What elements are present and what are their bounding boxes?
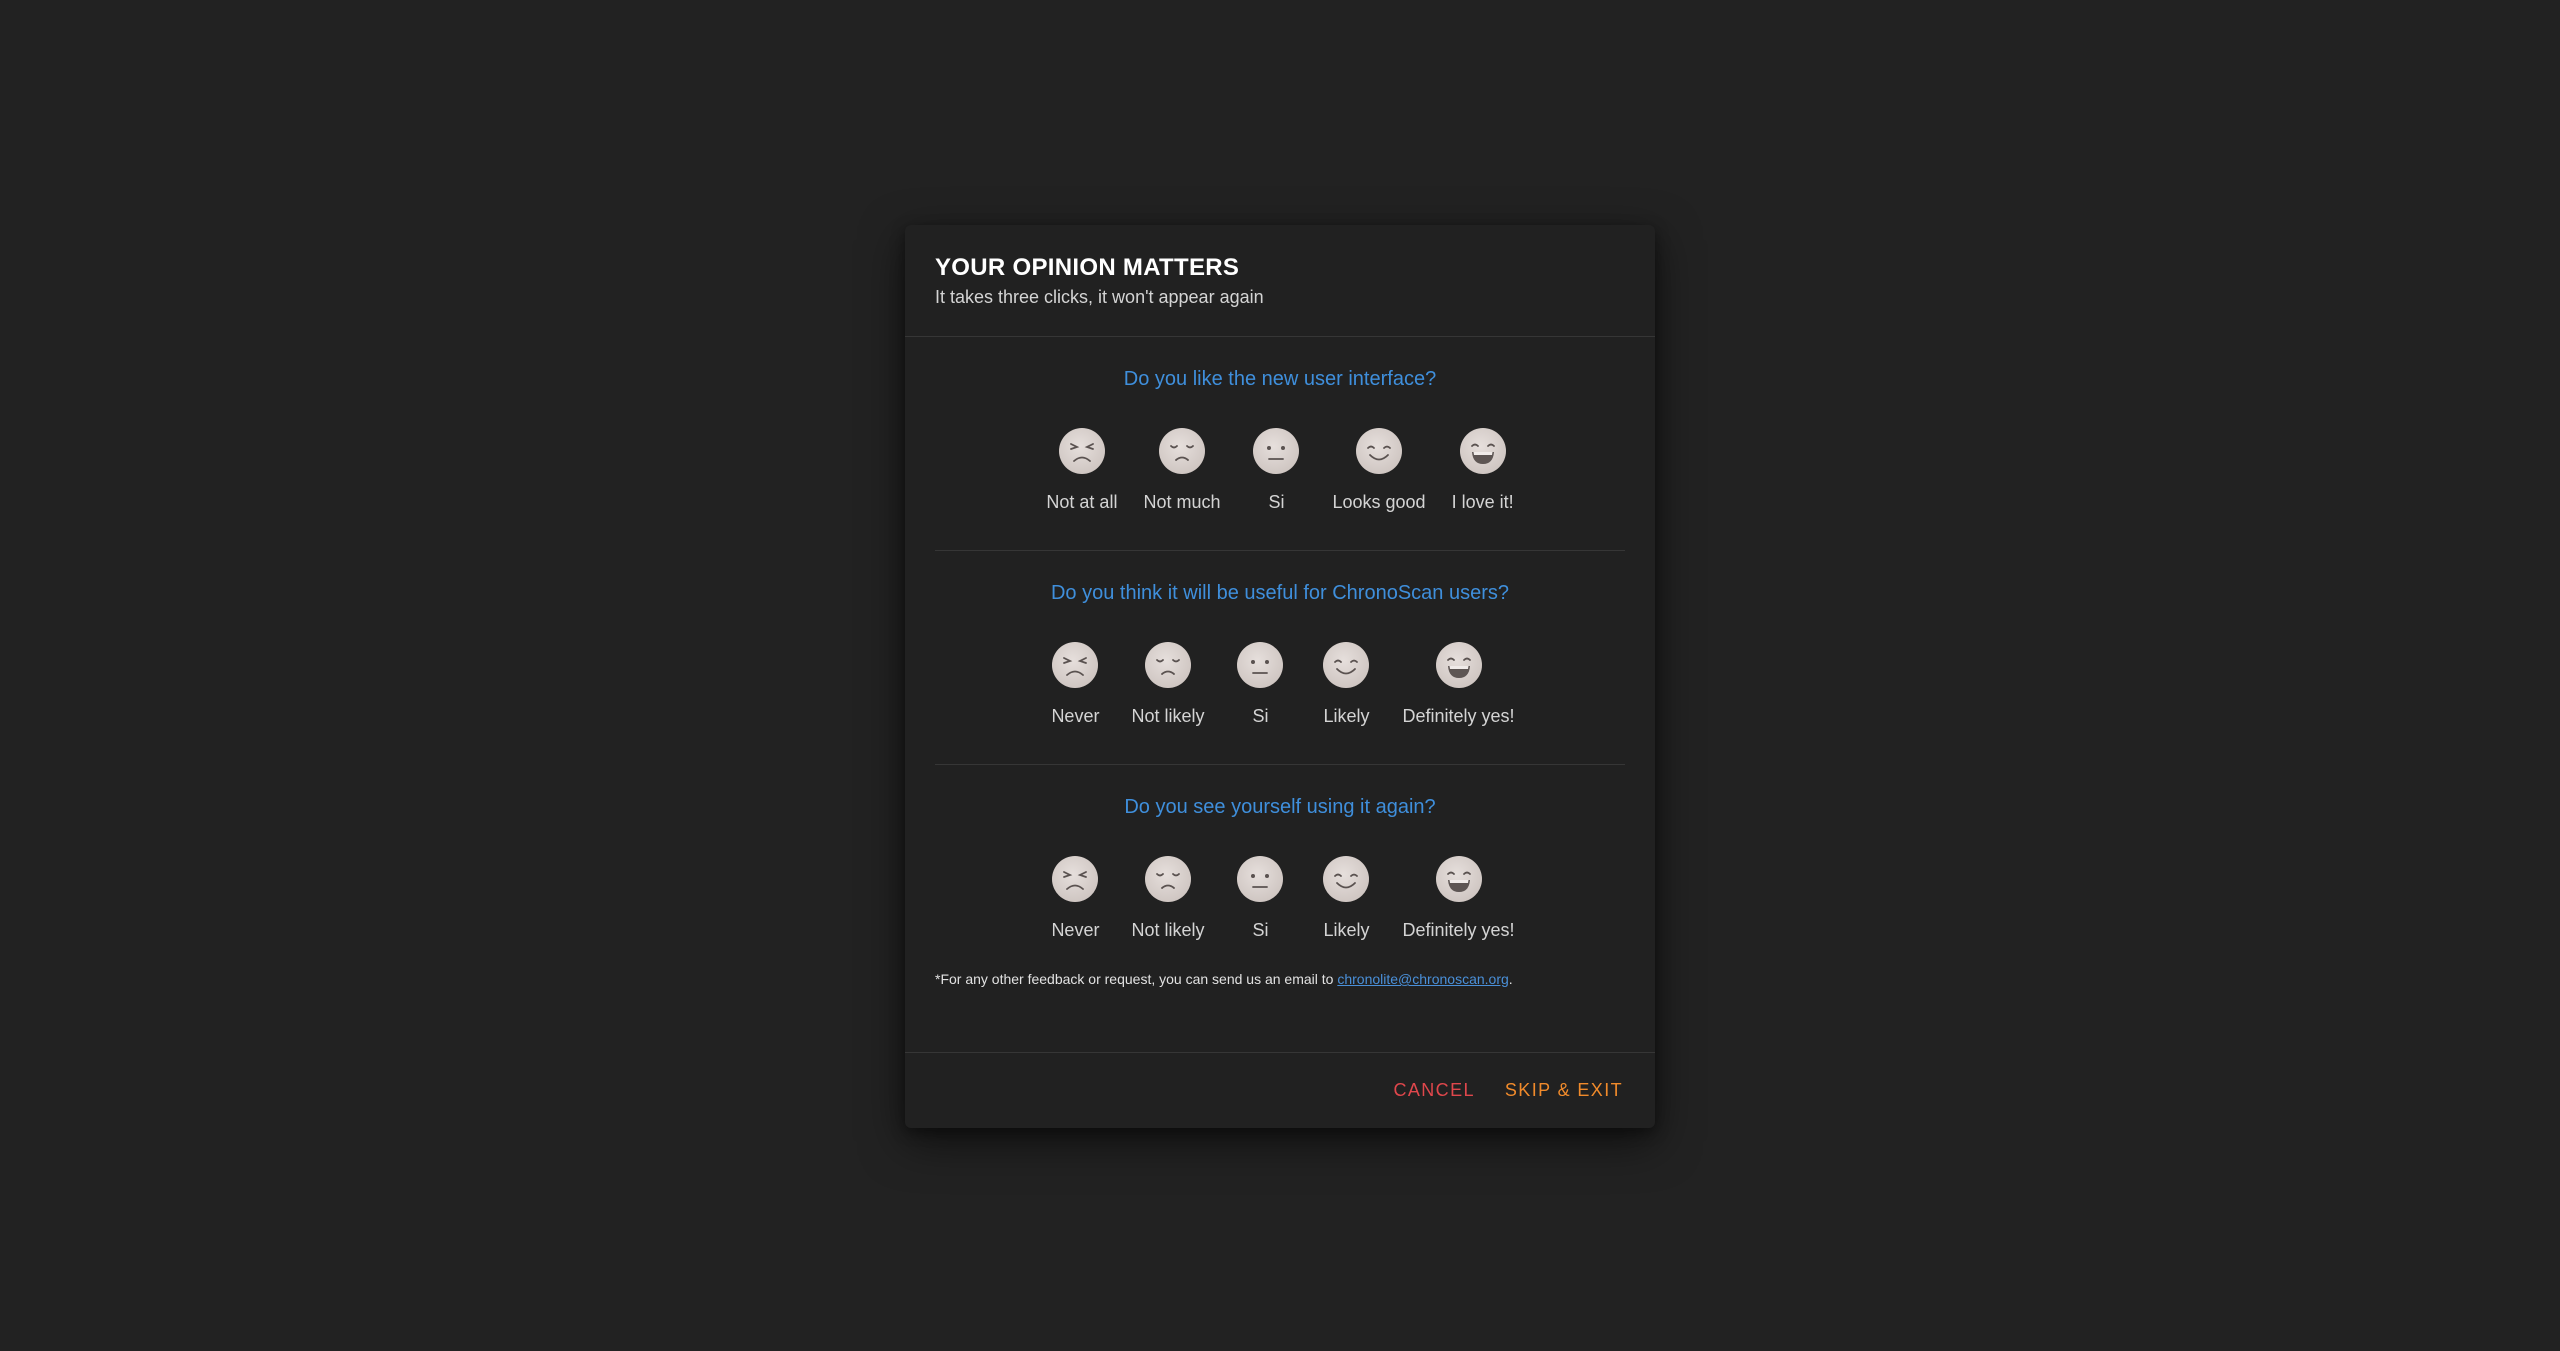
rating-option-5[interactable]: I love it!: [1452, 427, 1514, 513]
grinning-face-icon[interactable]: [1435, 855, 1483, 903]
cancel-button[interactable]: CANCEL: [1381, 1070, 1486, 1111]
note-prefix: *For any other feedback or request, you …: [935, 971, 1338, 987]
dialog-header: YOUR OPINION MATTERS It takes three clic…: [905, 225, 1655, 337]
question-ui: Do you like the new user interface? Not …: [935, 337, 1625, 551]
note-suffix: .: [1508, 971, 1513, 987]
survey-dialog: YOUR OPINION MATTERS It takes three clic…: [905, 225, 1655, 1128]
rating-option-1[interactable]: Not at all: [1046, 427, 1117, 513]
rating-option-3[interactable]: Si: [1230, 855, 1290, 941]
dialog-footer: CANCEL SKIP & EXIT: [905, 1052, 1655, 1128]
angry-face-icon[interactable]: [1051, 855, 1099, 903]
angry-face-icon[interactable]: [1051, 641, 1099, 689]
option-label: Likely: [1323, 920, 1370, 940]
rating-option-3[interactable]: Si: [1230, 641, 1290, 727]
rating-option-5[interactable]: Definitely yes!: [1402, 641, 1515, 727]
option-label: Never: [1051, 920, 1100, 940]
option-label: Not at all: [1046, 492, 1118, 512]
rating-option-4[interactable]: Looks good: [1332, 427, 1426, 513]
neutral-face-icon[interactable]: [1236, 641, 1284, 689]
option-label: Likely: [1323, 706, 1370, 726]
option-label: Definitely yes!: [1402, 920, 1515, 940]
smiling-face-icon[interactable]: [1322, 855, 1370, 903]
rating-option-3[interactable]: Si: [1246, 427, 1306, 513]
question-usefulness: Do you think it will be useful for Chron…: [935, 551, 1625, 765]
rating-options: Never Not likely Si Likely Definitely ye…: [935, 641, 1625, 727]
feedback-note: *For any other feedback or request, you …: [935, 970, 1625, 1017]
rating-option-1[interactable]: Never: [1045, 641, 1105, 727]
option-label: Si: [1252, 706, 1269, 726]
sad-face-icon[interactable]: [1144, 641, 1192, 689]
rating-option-1[interactable]: Never: [1045, 855, 1105, 941]
grinning-face-icon[interactable]: [1435, 641, 1483, 689]
option-label: Looks good: [1332, 492, 1426, 512]
email-link[interactable]: chronolite@chronoscan.org: [1337, 971, 1508, 987]
option-label: Si: [1268, 492, 1285, 512]
option-label: Not likely: [1131, 920, 1205, 940]
question-text: Do you see yourself using it again?: [1124, 796, 1436, 818]
skip-exit-button[interactable]: SKIP & EXIT: [1493, 1070, 1635, 1111]
dialog-subtitle: It takes three clicks, it won't appear a…: [935, 287, 1264, 307]
rating-option-2[interactable]: Not much: [1143, 427, 1220, 513]
option-label: Not likely: [1131, 706, 1205, 726]
rating-option-4[interactable]: Likely: [1316, 641, 1376, 727]
rating-option-2[interactable]: Not likely: [1131, 855, 1204, 941]
rating-option-2[interactable]: Not likely: [1131, 641, 1204, 727]
option-label: I love it!: [1451, 492, 1514, 512]
rating-option-5[interactable]: Definitely yes!: [1402, 855, 1515, 941]
rating-option-4[interactable]: Likely: [1316, 855, 1376, 941]
option-label: Definitely yes!: [1402, 706, 1515, 726]
option-label: Not much: [1143, 492, 1221, 512]
grinning-face-icon[interactable]: [1459, 427, 1507, 475]
angry-face-icon[interactable]: [1058, 427, 1106, 475]
option-label: Si: [1252, 920, 1269, 940]
neutral-face-icon[interactable]: [1236, 855, 1284, 903]
question-reuse: Do you see yourself using it again? Neve…: [935, 765, 1625, 970]
sad-face-icon[interactable]: [1158, 427, 1206, 475]
question-text: Do you like the new user interface?: [1123, 368, 1437, 390]
rating-options: Not at all Not much Si Looks good I love…: [935, 427, 1625, 513]
sad-face-icon[interactable]: [1144, 855, 1192, 903]
dialog-title: YOUR OPINION MATTERS: [935, 254, 1240, 281]
rating-options: Never Not likely Si Likely Definitely ye…: [935, 855, 1625, 941]
dialog-content: Do you like the new user interface? Not …: [905, 337, 1655, 1017]
question-text: Do you think it will be useful for Chron…: [1050, 582, 1509, 604]
neutral-face-icon[interactable]: [1252, 427, 1300, 475]
smiling-face-icon[interactable]: [1355, 427, 1403, 475]
smiling-face-icon[interactable]: [1322, 641, 1370, 689]
option-label: Never: [1051, 706, 1100, 726]
